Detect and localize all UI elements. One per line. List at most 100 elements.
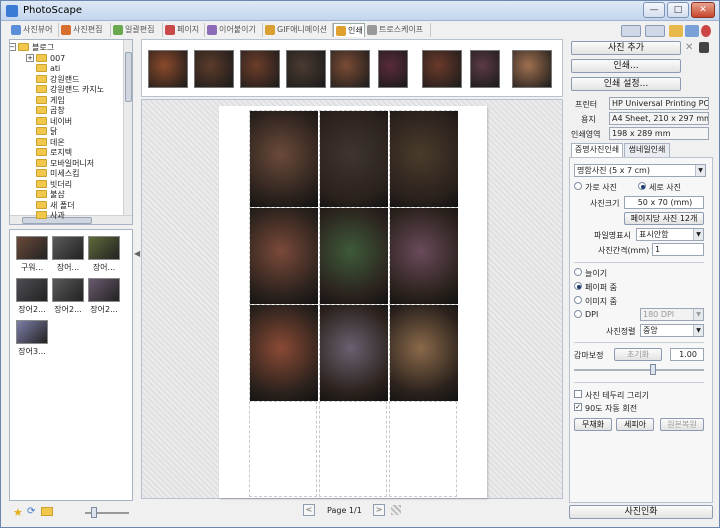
print-button[interactable]: 인쇄... — [571, 59, 681, 73]
maximize-button[interactable]: □ — [667, 2, 689, 18]
strip-photo[interactable] — [194, 50, 234, 88]
star-icon[interactable]: ★ — [13, 506, 23, 519]
tree-item[interactable]: +007 — [26, 53, 65, 64]
tab-2[interactable]: 일괄편집 — [111, 23, 163, 37]
tree-item[interactable]: 새 폴더 — [36, 200, 75, 211]
tree-item[interactable]: 사과 — [36, 210, 65, 221]
print-photo[interactable] — [320, 305, 388, 401]
skin-icon[interactable] — [645, 25, 665, 37]
print-photo[interactable] — [250, 111, 318, 207]
filename-select[interactable]: 표시안함 ▼ — [636, 228, 704, 241]
tree-item[interactable]: 데온 — [36, 137, 65, 148]
photo-print-button[interactable]: 사진인화 — [569, 505, 713, 519]
print-photo[interactable] — [320, 111, 388, 207]
tab-6[interactable]: 인쇄 — [333, 23, 365, 37]
print-photo[interactable] — [250, 305, 318, 401]
file-thumbnail[interactable] — [88, 236, 120, 260]
dpi-select[interactable]: 180 DPI ▼ — [640, 308, 704, 321]
tree-item[interactable]: 로지텍 — [36, 147, 72, 158]
tab-3[interactable]: 페이지 — [163, 23, 205, 37]
tab-5[interactable]: GIF애니메이션 — [263, 23, 333, 37]
config-icon[interactable] — [685, 25, 699, 37]
close-button[interactable]: ✕ — [691, 2, 715, 18]
folder-tree[interactable]: − 블로그 +007 ati 강원랜드 강원랜드 카지노 게임 곱창 네이버 닭 데온 로지텍 모바일머… — [9, 39, 133, 225]
tree-item[interactable]: 빗더리 — [36, 179, 72, 190]
tree-item[interactable]: − 블로그 — [10, 42, 54, 53]
photo-size-field[interactable]: 50 x 70 (mm) — [624, 196, 704, 209]
print-photo[interactable] — [390, 208, 458, 304]
file-thumbnail[interactable] — [16, 278, 48, 302]
fit-stretch-radio[interactable] — [574, 268, 582, 276]
landscape-radio[interactable] — [574, 182, 582, 190]
print-photo[interactable] — [250, 208, 318, 304]
print-photo[interactable] — [390, 305, 458, 401]
print-photo[interactable] — [320, 208, 388, 304]
strip-photo[interactable] — [240, 50, 280, 88]
strip-photo[interactable] — [422, 50, 462, 88]
print-setup-button[interactable]: 인쇄 설정... — [571, 77, 681, 91]
next-page-button[interactable]: > — [373, 504, 385, 516]
tree-item[interactable]: 미세스킴 — [36, 168, 79, 179]
tree-item[interactable]: 곱창 — [36, 105, 65, 116]
panel-splitter-arrow[interactable]: ◀ — [134, 249, 140, 279]
strip-photo[interactable] — [470, 50, 500, 88]
minimize-button[interactable]: — — [643, 2, 665, 18]
tree-item[interactable]: 불샵 — [36, 189, 65, 200]
portrait-radio[interactable] — [638, 182, 646, 190]
tab-7[interactable]: 트로스케이프 — [365, 23, 431, 37]
gamma-reset-button[interactable]: 초기화 — [614, 348, 662, 361]
tree-expander-icon[interactable]: − — [10, 43, 16, 51]
file-thumbnail[interactable] — [52, 278, 84, 302]
zoom-slider-thumb[interactable] — [91, 507, 97, 518]
file-thumbnail[interactable] — [88, 278, 120, 302]
tab-id-photo-print[interactable]: 증명사진인쇄 — [571, 143, 623, 157]
file-thumbnail[interactable] — [52, 236, 84, 260]
tree-item[interactable]: 강원랜드 — [36, 74, 79, 85]
folder-icon[interactable] — [669, 25, 683, 37]
dpi-radio[interactable] — [574, 310, 582, 318]
tree-item[interactable]: 게임 — [36, 95, 65, 106]
folder-icon[interactable] — [41, 507, 53, 516]
file-thumbnail[interactable] — [16, 236, 48, 260]
tab-thumbnail-print[interactable]: 썸네일인쇄 — [624, 143, 670, 157]
tab-0[interactable]: 사진뷰어 — [9, 23, 59, 37]
tree-item[interactable]: 강원랜드 카지노 — [36, 84, 104, 95]
strip-photo[interactable] — [330, 50, 370, 88]
tree-horizontal-scrollbar[interactable] — [10, 215, 132, 224]
strip-photo[interactable] — [378, 50, 408, 88]
tab-1[interactable]: 사진편집 — [59, 23, 111, 37]
restore-original-button[interactable]: 원본복원 — [660, 418, 704, 431]
rotate-icon[interactable]: ⟳ — [27, 506, 35, 517]
prev-page-button[interactable]: < — [303, 504, 315, 516]
photo-gap-field[interactable]: 1 — [652, 243, 704, 256]
add-photo-button[interactable]: 사진 추가 — [571, 41, 681, 55]
remove-icon[interactable]: ✕ — [685, 42, 693, 53]
photos-per-page-button[interactable]: 페이지당 사진 12개 — [624, 212, 704, 225]
preset-select[interactable]: 명함사진 (5 x 7 cm) ▼ — [574, 164, 706, 177]
strip-photo[interactable] — [148, 50, 188, 88]
tab-4[interactable]: 이어붙이기 — [205, 23, 263, 37]
tree-item[interactable]: ati — [36, 63, 60, 74]
border-checkbox[interactable] — [574, 390, 582, 398]
help-icon[interactable] — [701, 25, 711, 37]
print-photo[interactable] — [390, 111, 458, 207]
file-thumbnail[interactable] — [16, 320, 48, 344]
sepia-button[interactable]: 세피아 — [616, 418, 654, 431]
grid-icon[interactable] — [391, 505, 401, 515]
gamma-value-field[interactable]: 1.00 — [670, 348, 704, 361]
tree-item[interactable]: 네이버 — [36, 116, 72, 127]
fit-image-zoom-radio[interactable] — [574, 296, 582, 304]
photo-align-select[interactable]: 중앙 ▼ — [640, 324, 704, 337]
menu-icon[interactable] — [621, 25, 641, 37]
tree-item[interactable]: 닭 — [36, 126, 57, 137]
tree-expander-icon[interactable]: + — [26, 53, 34, 62]
gamma-slider-thumb[interactable] — [650, 364, 656, 375]
strip-photo[interactable] — [286, 50, 326, 88]
fit-paper-zoom-radio[interactable] — [574, 282, 582, 290]
auto-rotate-checkbox[interactable]: ✓ — [574, 403, 582, 411]
strip-photo[interactable] — [512, 50, 552, 88]
tree-item[interactable]: 모바일머니저 — [36, 158, 94, 169]
tree-vertical-scrollbar[interactable] — [123, 40, 132, 216]
gamma-slider-track[interactable] — [574, 369, 704, 371]
grayscale-button[interactable]: 무채화 — [574, 418, 612, 431]
